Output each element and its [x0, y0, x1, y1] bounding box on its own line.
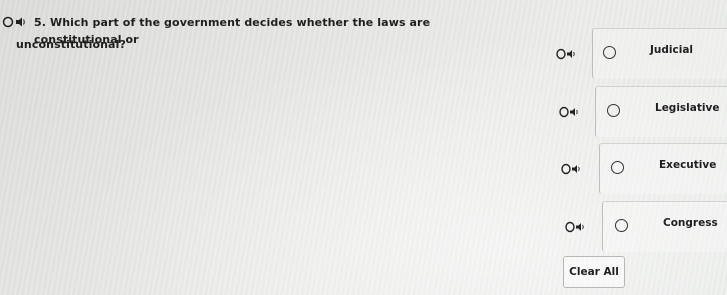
radio-button[interactable] [603, 46, 616, 59]
option-label: Legislative [655, 102, 720, 114]
speaker-icon[interactable] [561, 163, 583, 175]
option-congress[interactable]: Congress [0, 201, 727, 252]
option-label: Congress [663, 217, 718, 229]
clear-all-button[interactable]: Clear All [563, 256, 625, 288]
speaker-icon[interactable] [556, 48, 578, 60]
speaker-icon[interactable] [559, 106, 581, 118]
speaker-icon[interactable] [565, 221, 587, 233]
option-legislative[interactable]: Legislative [0, 86, 727, 137]
option-judicial[interactable]: Judicial [0, 28, 727, 79]
speaker-icon[interactable] [2, 16, 28, 28]
option-label: Executive [659, 159, 717, 171]
option-executive[interactable]: Executive [0, 143, 727, 194]
radio-button[interactable] [607, 104, 620, 117]
question-number: 5. [34, 16, 47, 29]
radio-button[interactable] [611, 161, 624, 174]
option-label: Judicial [650, 44, 694, 56]
radio-button[interactable] [615, 219, 628, 232]
